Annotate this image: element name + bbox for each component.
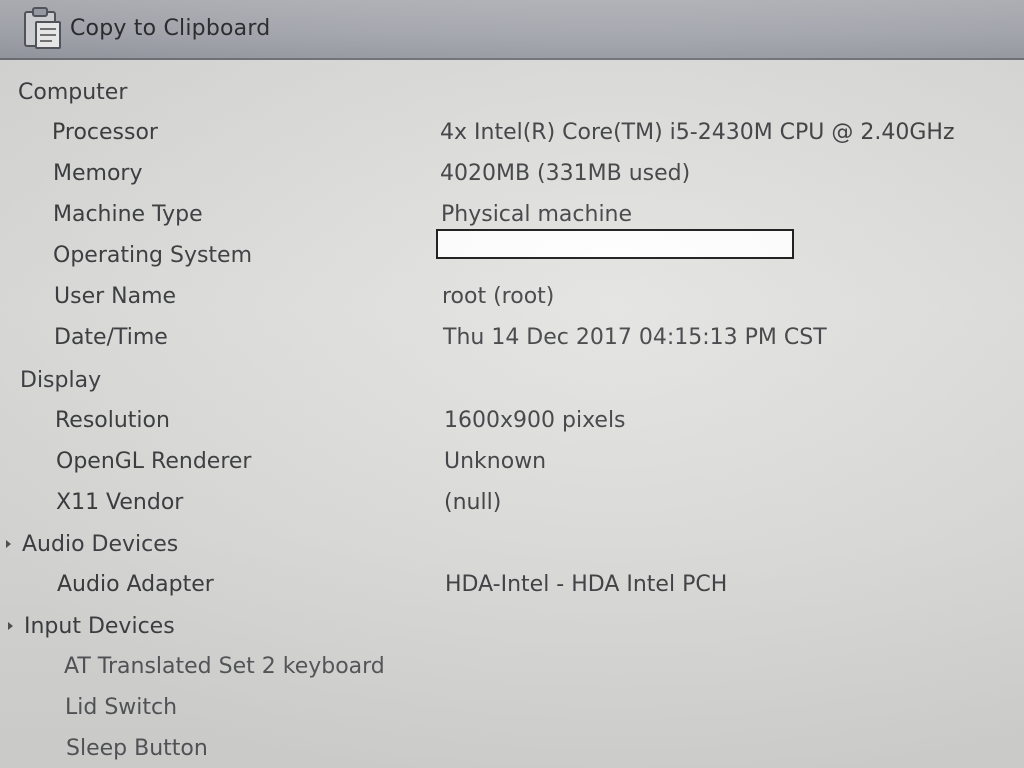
section-label-audio-devices: Audio Devices xyxy=(22,531,179,557)
clipboard-icon xyxy=(24,7,61,49)
input-device-label: Lid Switch xyxy=(65,694,178,720)
expander-arrow-icon[interactable] xyxy=(6,540,11,548)
row-value-machine-type: Physical machine xyxy=(441,201,633,227)
hardinfo-report-screen: Copy to Clipboard Computer Processor 4x … xyxy=(0,0,1024,768)
input-device-label: Sleep Button xyxy=(66,735,208,761)
row-value-processor: 4x Intel(R) Core(TM) i5-2430M CPU @ 2.40… xyxy=(440,119,955,145)
section-label-computer: Computer xyxy=(18,79,128,105)
row-value-memory: 4020MB (331MB used) xyxy=(440,160,691,186)
row-value-resolution: 1600x900 pixels xyxy=(444,407,626,433)
row-value-date-time: Thu 14 Dec 2017 04:15:13 PM CST xyxy=(443,324,827,350)
row-label-processor: Processor xyxy=(52,119,158,145)
section-label-input-devices: Input Devices xyxy=(24,613,175,639)
row-value-opengl-renderer: Unknown xyxy=(444,448,547,474)
row-label-memory: Memory xyxy=(53,160,143,186)
row-label-user-name: User Name xyxy=(54,283,177,309)
row-value-x11-vendor: (null) xyxy=(444,489,502,515)
copy-to-clipboard-label: Copy to Clipboard xyxy=(70,15,271,41)
row-value-user-name: root (root) xyxy=(442,283,555,309)
row-value-audio-adapter: HDA-Intel - HDA Intel PCH xyxy=(445,571,728,597)
copy-to-clipboard-button[interactable]: Copy to Clipboard xyxy=(14,4,278,52)
expander-arrow-icon[interactable] xyxy=(8,622,13,630)
row-label-operating-system: Operating System xyxy=(53,242,253,268)
row-label-opengl-renderer: OpenGL Renderer xyxy=(56,448,252,474)
row-label-x11-vendor: X11 Vendor xyxy=(56,489,184,515)
section-label-display: Display xyxy=(20,367,102,393)
row-label-audio-adapter: Audio Adapter xyxy=(57,571,214,597)
toolbar: Copy to Clipboard xyxy=(0,0,1024,60)
input-device-label: AT Translated Set 2 keyboard xyxy=(64,653,385,679)
row-label-date-time: Date/Time xyxy=(54,324,168,350)
redaction-box xyxy=(436,229,794,259)
row-label-machine-type: Machine Type xyxy=(53,201,203,227)
row-label-resolution: Resolution xyxy=(55,407,170,433)
